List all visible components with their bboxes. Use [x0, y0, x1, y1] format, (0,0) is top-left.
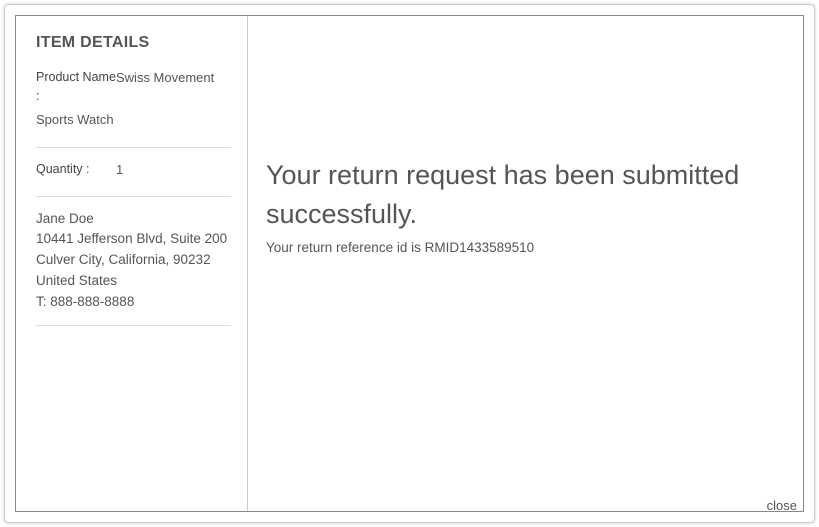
address-country: United States [36, 271, 231, 292]
quantity-value: 1 [116, 160, 231, 180]
address-phone: T: 888-888-8888 [36, 292, 231, 313]
quantity-row: Quantity : 1 [36, 160, 231, 180]
quantity-section: Quantity : 1 [36, 160, 231, 197]
address-city: Culver City, California, 90232 [36, 250, 231, 271]
quantity-label: Quantity : [36, 160, 116, 179]
item-details-sidebar: ITEM DETAILS Product Name : Swiss Moveme… [16, 16, 248, 511]
reference-line: Your return reference id is RMID14335895… [266, 240, 785, 255]
product-name-row: Product Name : Swiss Movement [36, 68, 231, 106]
product-name-label: Product Name : [36, 68, 116, 106]
address-street: 10441 Jefferson Blvd, Suite 200 [36, 229, 231, 250]
success-message: Your return request has been submitted s… [266, 156, 785, 234]
close-button[interactable]: close [767, 498, 797, 513]
reference-id: RMID1433589510 [425, 240, 535, 255]
dialog-inner: ITEM DETAILS Product Name : Swiss Moveme… [15, 15, 804, 512]
main-content: Your return request has been submitted s… [248, 16, 803, 511]
address-block: Jane Doe 10441 Jefferson Blvd, Suite 200… [36, 209, 231, 327]
product-name-value-line2: Sports Watch [36, 110, 231, 130]
product-name-section: Product Name : Swiss Movement Sports Wat… [36, 68, 231, 148]
dialog-outer: ITEM DETAILS Product Name : Swiss Moveme… [4, 4, 815, 523]
reference-prefix: Your return reference id is [266, 240, 425, 255]
product-name-value-line1: Swiss Movement [116, 68, 231, 88]
item-details-title: ITEM DETAILS [36, 34, 231, 52]
address-name: Jane Doe [36, 209, 231, 230]
